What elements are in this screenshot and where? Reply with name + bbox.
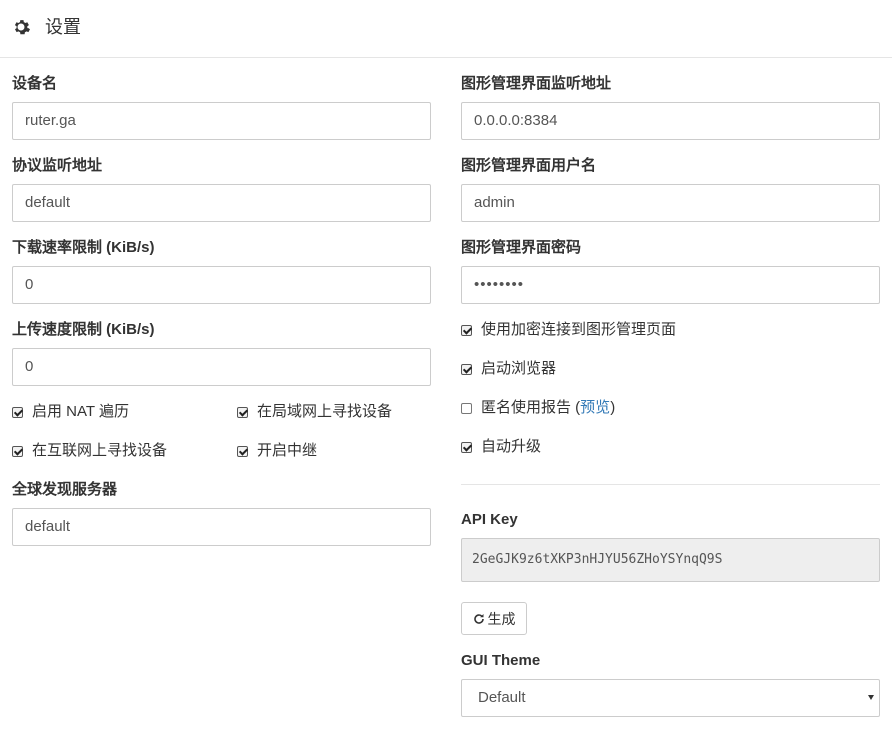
nat-checkbox[interactable] xyxy=(12,406,23,418)
api-key-label: API Key xyxy=(461,511,518,528)
settings-header: 设置 xyxy=(0,0,892,58)
usage-report-checkbox-row[interactable]: 匿名使用报告 (预览) xyxy=(461,398,615,418)
device-name-input[interactable]: ruter.ga xyxy=(12,102,431,140)
usage-report-preview-link[interactable]: 预览 xyxy=(580,398,610,418)
gui-user-label: 图形管理界面用户名 xyxy=(461,157,597,174)
gui-listen-label: 图形管理界面监听地址 xyxy=(461,75,612,92)
usage-report-checkbox[interactable] xyxy=(461,402,472,414)
device-name-label: 设备名 xyxy=(12,75,58,92)
gui-user-input[interactable]: admin xyxy=(461,184,880,222)
gui-theme-select[interactable]: Default xyxy=(461,679,880,717)
download-limit-input[interactable]: 0 xyxy=(12,266,431,304)
global-discovery-checkbox-row[interactable]: 在互联网上寻找设备 xyxy=(12,441,167,461)
generate-api-key-button[interactable]: 生成 xyxy=(461,602,527,635)
chevron-down-icon xyxy=(868,695,874,700)
nat-checkbox-label: 启用 NAT 遍历 xyxy=(32,403,129,420)
relay-checkbox[interactable] xyxy=(237,445,248,457)
nat-checkbox-row[interactable]: 启用 NAT 遍历 xyxy=(12,402,129,422)
local-discovery-checkbox-row[interactable]: 在局域网上寻找设备 xyxy=(237,402,392,422)
https-checkbox-row[interactable]: 使用加密连接到图形管理页面 xyxy=(461,320,676,340)
gui-theme-selected-value: Default xyxy=(478,689,526,706)
https-checkbox[interactable] xyxy=(461,324,472,336)
relay-checkbox-label: 开启中继 xyxy=(257,442,318,459)
global-discovery-checkbox[interactable] xyxy=(12,445,23,457)
local-discovery-checkbox[interactable] xyxy=(237,406,248,418)
usage-report-checkbox-label: 匿名使用报告 ( xyxy=(481,399,581,416)
download-limit-label: 下载速率限制 (KiB/s) xyxy=(12,239,155,256)
gui-theme-label: GUI Theme xyxy=(461,652,541,669)
generate-button-label: 生成 xyxy=(487,610,516,627)
gui-password-input[interactable]: •••••••• xyxy=(461,266,880,304)
discovery-server-label: 全球发现服务器 xyxy=(12,481,118,498)
auto-upgrade-checkbox-label: 自动升级 xyxy=(481,438,542,455)
section-divider xyxy=(461,484,880,485)
global-discovery-checkbox-label: 在互联网上寻找设备 xyxy=(32,442,168,459)
auto-upgrade-checkbox-row[interactable]: 自动升级 xyxy=(461,437,541,457)
gui-password-label: 图形管理界面密码 xyxy=(461,239,582,256)
protocol-listen-input[interactable]: default xyxy=(12,184,431,222)
api-key-field[interactable]: 2GeGJK9z6tXKP3nHJYU56ZHoYSYnqQ9S xyxy=(461,538,880,582)
browser-checkbox-row[interactable]: 启动浏览器 xyxy=(461,359,556,379)
auto-upgrade-checkbox[interactable] xyxy=(461,441,472,453)
https-checkbox-label: 使用加密连接到图形管理页面 xyxy=(481,321,677,338)
page-title: 设置 xyxy=(45,17,81,37)
relay-checkbox-row[interactable]: 开启中继 xyxy=(237,441,317,461)
discovery-server-input[interactable]: default xyxy=(12,508,431,546)
refresh-icon xyxy=(473,613,484,624)
protocol-listen-label: 协议监听地址 xyxy=(12,157,103,174)
upload-limit-label: 上传速度限制 (KiB/s) xyxy=(12,321,155,338)
usage-report-label-suffix: ) xyxy=(610,399,616,416)
browser-checkbox-label: 启动浏览器 xyxy=(481,360,557,377)
local-discovery-checkbox-label: 在局域网上寻找设备 xyxy=(257,403,393,420)
gear-icon xyxy=(14,20,30,35)
gui-listen-input[interactable]: 0.0.0.0:8384 xyxy=(461,102,880,140)
upload-limit-input[interactable]: 0 xyxy=(12,348,431,386)
browser-checkbox[interactable] xyxy=(461,363,472,375)
